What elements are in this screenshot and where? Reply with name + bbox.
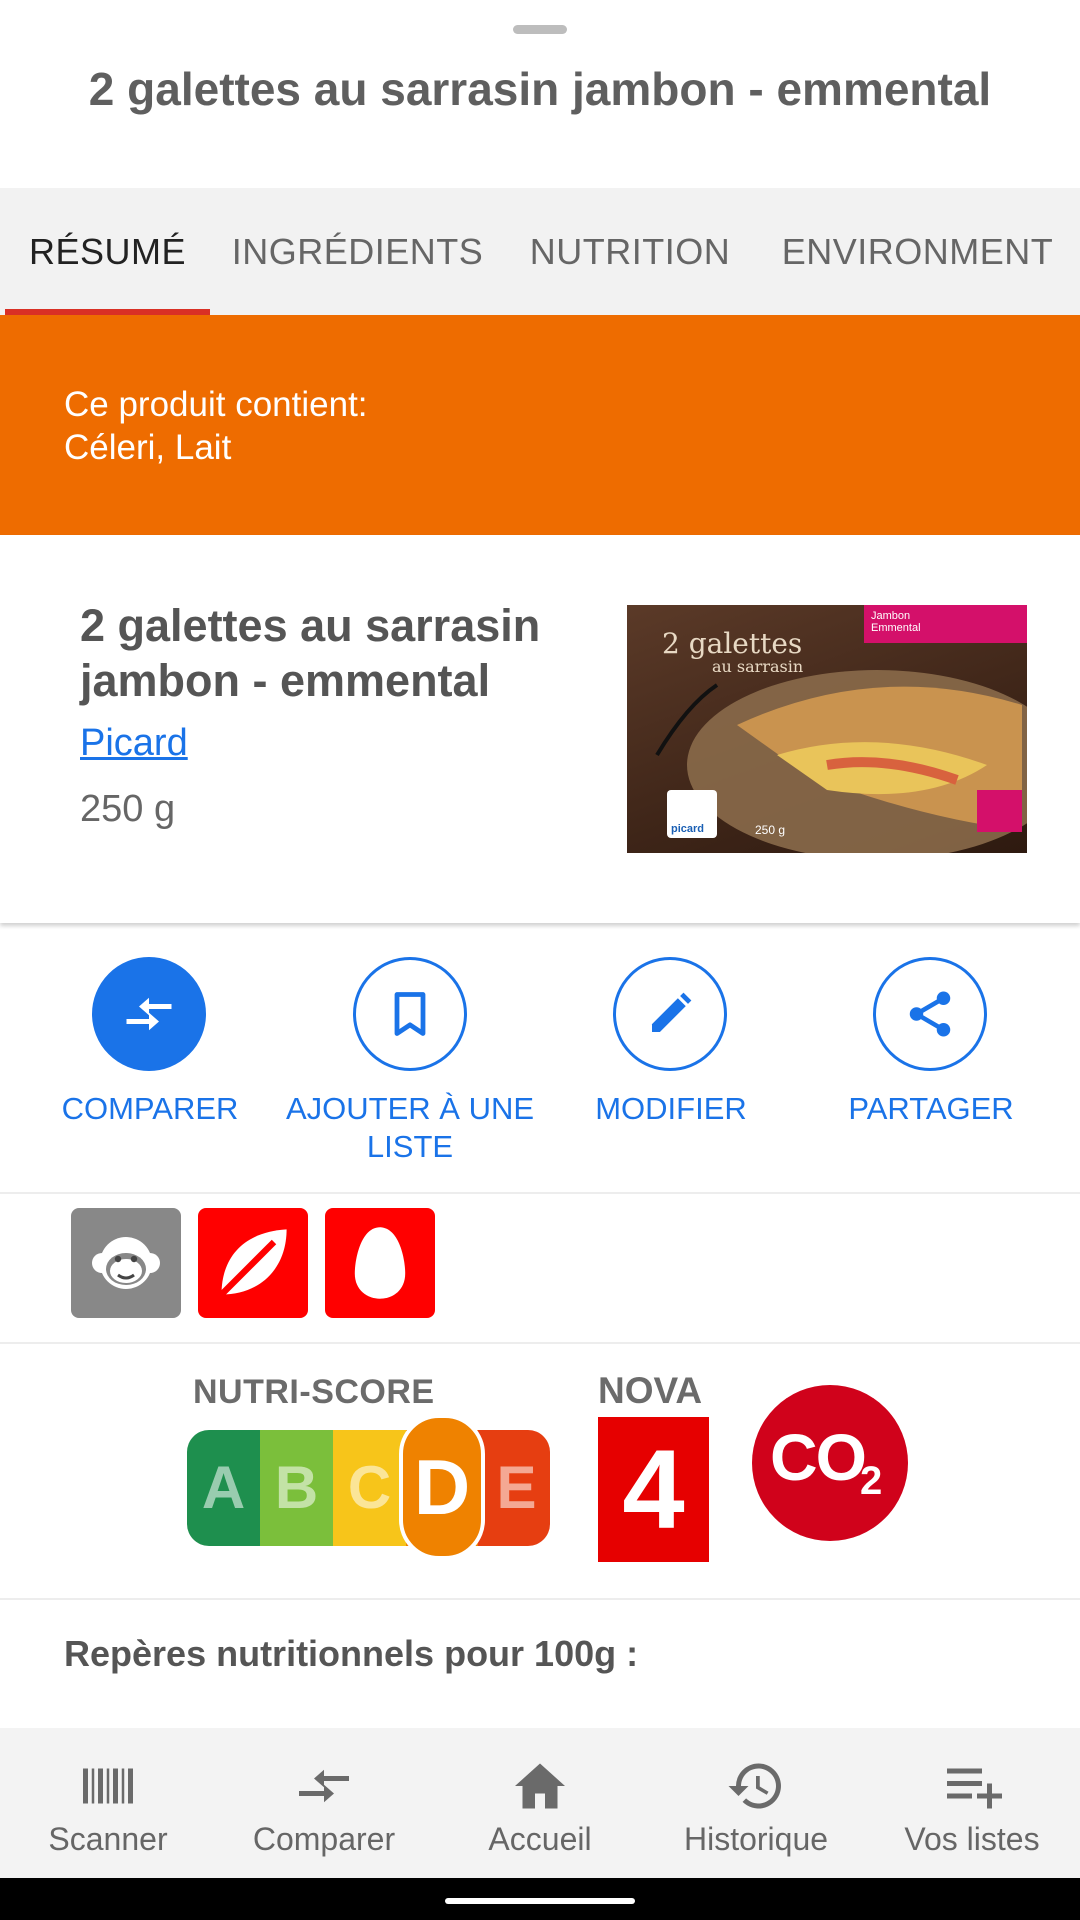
divider [0,1342,1080,1344]
nav-my-lists[interactable]: Vos listes [864,1728,1080,1878]
divider [0,1598,1080,1600]
co2-subscript: 2 [860,1459,883,1503]
nav-scanner[interactable]: Scanner [0,1728,216,1878]
vegan-leaf-icon [219,1229,287,1297]
tab-resume[interactable]: RÉSUMÉ [5,188,210,315]
edit-button[interactable] [613,957,727,1071]
tab-nutrition[interactable]: NUTRITION [515,188,745,315]
allergen-heading: Ce produit contient: [64,385,368,424]
photo-brand-mark: picard [671,823,705,835]
vegetarian-egg-icon [354,1227,406,1299]
edit-label[interactable]: MODIFIER [541,1090,801,1128]
photo-subline: au sarrasin [712,657,804,676]
palm-oil-monkey-icon [92,1237,160,1289]
nav-my-lists-label: Vos listes [904,1821,1040,1857]
product-name: 2 galettes au sarrasin jambon - emmental [80,600,541,706]
nutriscore-grade-d-selected: D [399,1414,485,1560]
co2-text: CO [770,1420,867,1494]
nav-scanner-label: Scanner [48,1821,168,1857]
add-to-list-button[interactable] [353,957,467,1071]
nutriscore-grade-b: B [274,1454,319,1521]
tab-ingredients[interactable]: INGRÉDIENTS [225,188,490,315]
home-indicator[interactable] [445,1898,635,1904]
divider [0,1192,1080,1194]
allergen-banner: Ce produit contient: Céleri, Lait [0,315,1080,535]
barcode-icon [83,1768,133,1804]
nav-home[interactable]: Accueil [432,1728,648,1878]
nutriscore-grade-c: C [347,1454,392,1521]
allergen-list: Céleri, Lait [64,428,232,467]
nutriscore-title: NUTRI-SCORE [193,1373,435,1411]
brand-link[interactable]: Picard [80,722,188,765]
playlist-add-icon [947,1768,1002,1809]
nav-history-label: Historique [683,1821,829,1857]
nova-title: NOVA [598,1370,703,1411]
share-label[interactable]: PARTAGER [801,1090,1061,1128]
home-icon [515,1763,565,1809]
nav-home-label: Accueil [488,1821,592,1857]
pencil-icon [652,992,692,1032]
sheet-title: 2 galettes au sarrasin jambon - emmental [88,63,992,115]
compare-button[interactable] [92,957,206,1071]
tab-environment[interactable]: ENVIRONMENT [770,188,1065,315]
vegan-attribute[interactable] [198,1208,308,1318]
co2-badge[interactable]: CO 2 [752,1385,908,1541]
tab-bar: RÉSUMÉ INGRÉDIENTS NUTRITION ENVIRONMENT [0,188,1080,315]
photo-headline: 2 galettes [662,627,803,660]
bookmark-icon [394,992,426,1036]
product-quantity: 250 g [80,788,176,830]
history-icon [728,1763,781,1809]
nutrition-facts-heading: Repères nutritionnels pour 100g : [64,1633,639,1674]
nutriscore-badge[interactable]: A B C D E [187,1414,550,1560]
vegetarian-attribute[interactable] [325,1208,435,1318]
nutriscore-grade-a: A [201,1454,246,1521]
photo-flavor: Jambon Emmental [871,610,921,634]
compare-arrows-icon [126,997,172,1031]
share-button[interactable] [873,957,987,1071]
nav-compare[interactable]: Comparer [216,1728,432,1878]
compare-arrows-icon [299,1769,349,1803]
palm-oil-attribute[interactable] [71,1208,181,1318]
nova-score[interactable]: 4 [598,1417,709,1562]
product-photo[interactable]: 2 galettes au sarrasin Jambon Emmental p… [627,605,1027,853]
share-icon [909,991,951,1037]
photo-weight: 250 g [755,823,786,837]
drag-handle[interactable] [513,25,567,34]
add-to-list-label[interactable]: AJOUTER À UNE LISTE [280,1090,540,1166]
nav-history[interactable]: Historique [648,1728,864,1878]
compare-label[interactable]: COMPARER [20,1090,280,1128]
nav-compare-label: Comparer [252,1821,396,1857]
nutriscore-grade-e: E [496,1454,537,1521]
